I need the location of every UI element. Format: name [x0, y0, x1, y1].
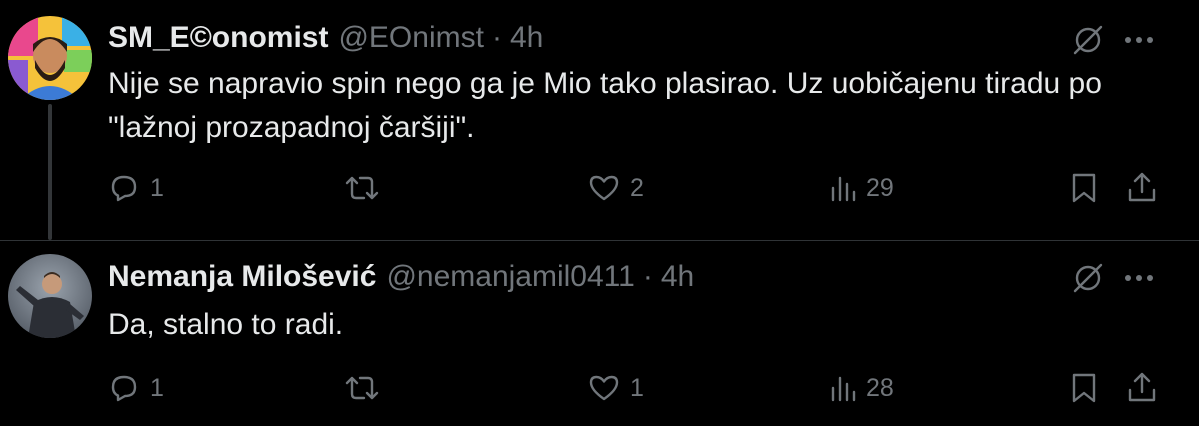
views-icon: [831, 376, 856, 402]
reply-count: 1: [150, 173, 164, 202]
timestamp[interactable]: 4h: [661, 260, 694, 294]
share-icon: [1128, 372, 1156, 402]
more-icon: [1125, 37, 1153, 43]
bookmark-button[interactable]: [1066, 368, 1102, 408]
timestamp[interactable]: 4h: [510, 21, 543, 55]
share-button[interactable]: [1124, 168, 1160, 208]
views-icon: [831, 176, 856, 202]
avatar[interactable]: [8, 16, 92, 100]
more-button[interactable]: [1124, 258, 1154, 298]
retweet-icon: [345, 376, 379, 400]
heart-icon: [589, 375, 619, 401]
avatar-illustration: [8, 16, 92, 100]
reply-button[interactable]: 1: [106, 168, 164, 208]
display-name[interactable]: SM_E©onomist: [108, 21, 328, 55]
more-icon: [1125, 275, 1153, 281]
like-button[interactable]: 1: [586, 368, 644, 408]
views-button[interactable]: 29: [828, 168, 894, 208]
view-count: 29: [866, 173, 894, 202]
heart-icon: [589, 175, 619, 201]
reply-count: 1: [150, 373, 164, 402]
share-button[interactable]: [1124, 368, 1160, 408]
tweet-header: Nemanja Milošević @nemanjamil0411 · 4h: [108, 259, 694, 295]
reply-button[interactable]: 1: [106, 368, 164, 408]
more-button[interactable]: [1124, 20, 1154, 60]
retweet-icon: [345, 176, 379, 200]
action-bar: 1 2 29: [0, 168, 1199, 208]
user-handle[interactable]: @EOnimst: [338, 21, 483, 55]
retweet-button[interactable]: [342, 168, 390, 208]
like-count: 2: [630, 173, 644, 202]
separator-dot: ·: [642, 260, 653, 293]
views-button[interactable]: 28: [828, 368, 894, 408]
bookmark-icon: [1072, 373, 1096, 403]
grok-button[interactable]: [1070, 258, 1106, 298]
view-count: 28: [866, 373, 894, 402]
tweet-text: Nije se napravio spin nego ga je Mio tak…: [108, 67, 1102, 144]
tweet-header: SM_E©onomist @EOnimst · 4h: [108, 20, 543, 56]
share-icon: [1128, 172, 1156, 202]
reply-icon: [111, 175, 137, 202]
reply-icon: [111, 375, 137, 402]
bookmark-button[interactable]: [1066, 168, 1102, 208]
avatar[interactable]: [8, 254, 92, 338]
like-button[interactable]: 2: [586, 168, 644, 208]
tweet-text: Da, stalno to radi.: [108, 308, 344, 341]
retweet-button[interactable]: [342, 368, 390, 408]
tweet[interactable]: SM_E©onomist @EOnimst · 4h Nije se napra…: [0, 0, 1199, 240]
bookmark-icon: [1072, 173, 1096, 203]
action-bar: 1 1 28: [0, 368, 1199, 408]
display-name[interactable]: Nemanja Milošević: [108, 260, 376, 294]
tweet[interactable]: Nemanja Milošević @nemanjamil0411 · 4h D…: [0, 240, 1199, 426]
like-count: 1: [630, 373, 644, 402]
grok-icon: [1073, 25, 1103, 55]
separator-dot: ·: [491, 21, 502, 54]
user-handle[interactable]: @nemanjamil0411: [386, 260, 634, 294]
grok-icon: [1073, 263, 1103, 293]
grok-button[interactable]: [1070, 20, 1106, 60]
avatar-photo: [8, 254, 92, 338]
